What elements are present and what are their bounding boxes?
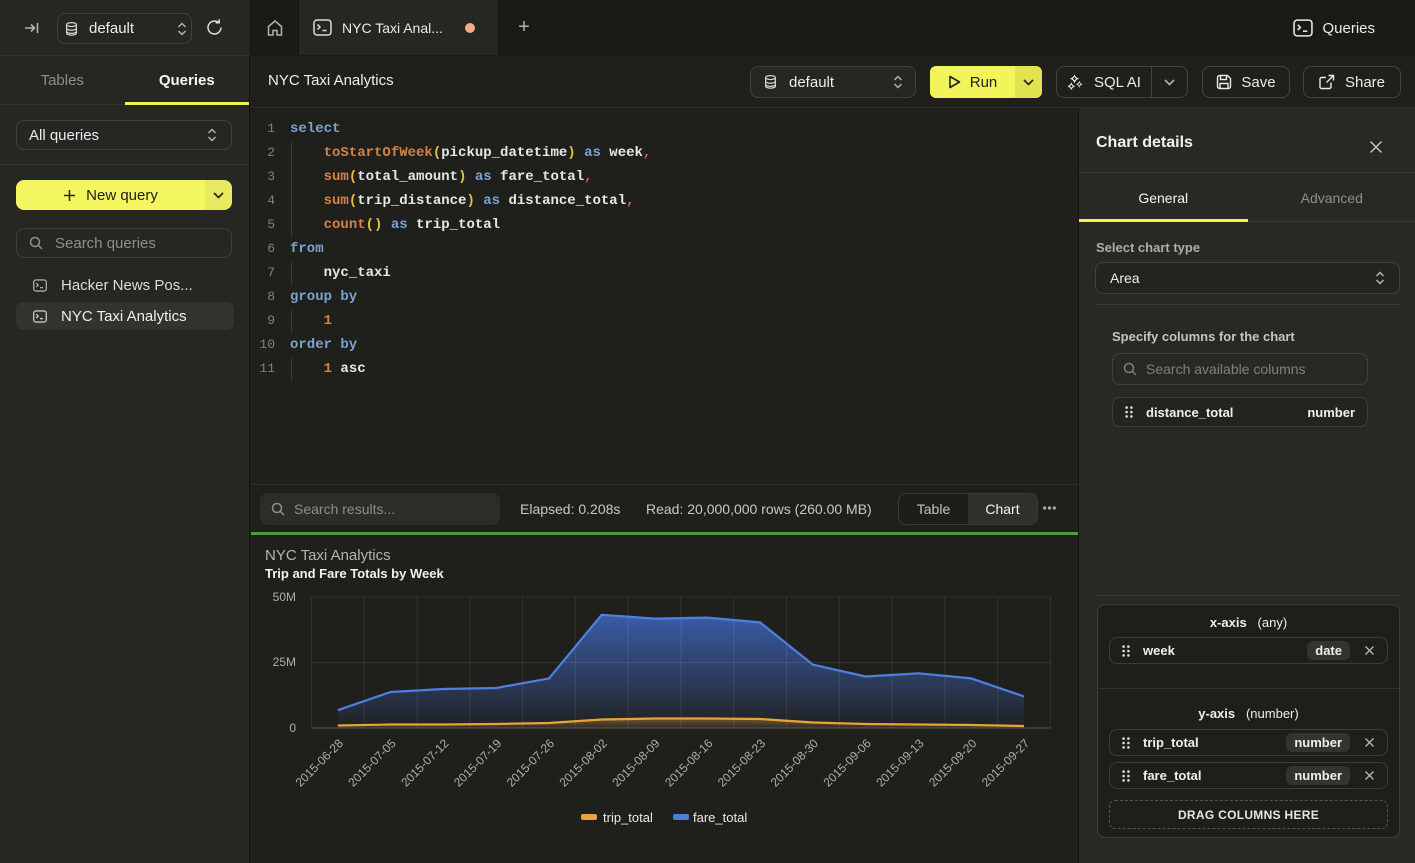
svg-text:2015-09-13: 2015-09-13 [873,736,927,790]
svg-text:2015-06-28: 2015-06-28 [293,736,347,790]
svg-text:2015-09-20: 2015-09-20 [926,736,980,790]
svg-text:2015-07-26: 2015-07-26 [504,736,558,790]
svg-text:2015-07-19: 2015-07-19 [451,736,505,790]
svg-text:fare_total: fare_total [693,810,747,825]
svg-text:2015-08-09: 2015-08-09 [609,736,663,790]
svg-text:50M: 50M [273,590,296,604]
svg-text:2015-08-30: 2015-08-30 [768,736,822,790]
svg-text:2015-08-16: 2015-08-16 [662,736,716,790]
svg-text:2015-08-02: 2015-08-02 [557,736,611,790]
svg-text:0: 0 [289,721,296,735]
svg-text:2015-08-23: 2015-08-23 [715,736,769,790]
svg-text:2015-07-12: 2015-07-12 [398,736,452,790]
svg-text:2015-07-05: 2015-07-05 [345,736,399,790]
svg-text:25M: 25M [273,655,296,669]
svg-text:2015-09-27: 2015-09-27 [979,736,1033,790]
svg-text:trip_total: trip_total [603,810,653,825]
svg-text:2015-09-06: 2015-09-06 [821,736,875,790]
